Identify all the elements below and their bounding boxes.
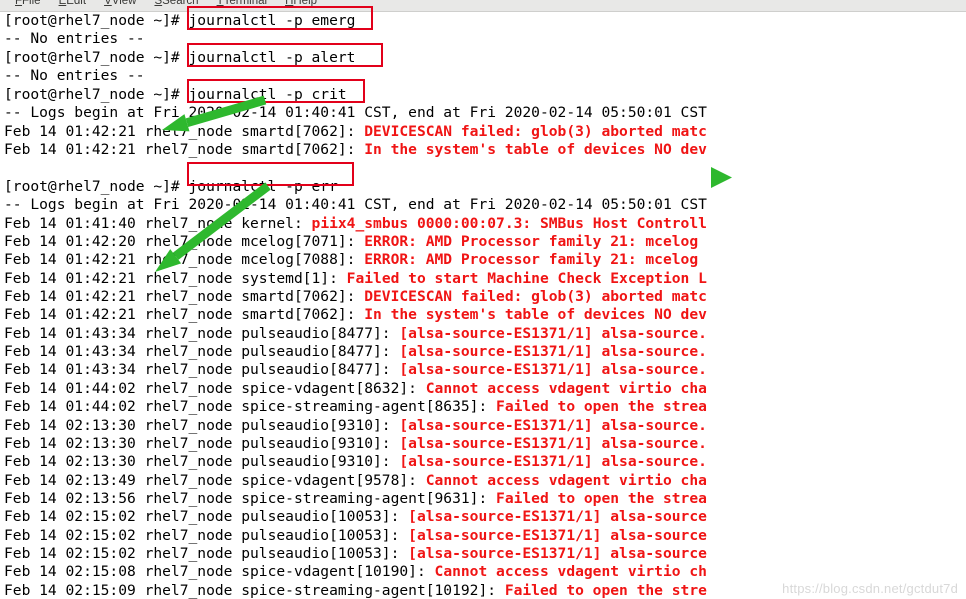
log-line-prefix: Feb 14 01:42:21 rhel7_node smartd[7062]: [4,141,365,158]
terminal-output-line: Feb 14 01:43:34 rhel7_node pulseaudio[84… [4,325,707,343]
log-line-message: [alsa-source-ES1371/1] alsa-source. [399,361,707,378]
terminal-output-line: -- No entries -- [4,30,145,48]
terminal-output-line: Feb 14 01:44:02 rhel7_node spice-streami… [4,398,707,416]
terminal-command-line: [root@rhel7_node ~]# journalctl -p err [4,178,338,196]
log-line-prefix: Feb 14 02:15:02 rhel7_node pulseaudio[10… [4,508,409,525]
terminal-output-line: Feb 14 01:43:34 rhel7_node pulseaudio[84… [4,343,707,361]
log-line-prefix: -- Logs begin at Fri 2020-02-14 01:40:41… [4,104,707,121]
terminal-command-line: [root@rhel7_node ~]# journalctl -p alert [4,49,355,67]
terminal-output-line: Feb 14 02:15:02 rhel7_node pulseaudio[10… [4,527,707,545]
terminal-output-line: Feb 14 02:13:30 rhel7_node pulseaudio[93… [4,435,707,453]
log-line-message: In the system's table of devices NO dev [364,141,707,158]
log-line-prefix: Feb 14 01:42:21 rhel7_node smartd[7062]: [4,123,365,140]
terminal-output-line: -- Logs begin at Fri 2020-02-14 01:40:41… [4,104,707,122]
typed-command: journalctl -p crit [188,86,347,103]
log-line-prefix: Feb 14 02:13:49 rhel7_node spice-vdagent… [4,472,426,489]
shell-prompt: [root@rhel7_node ~]# [4,49,189,66]
log-line-message: [alsa-source-ES1371/1] alsa-source [408,527,707,544]
terminal-output-line: Feb 14 02:15:09 rhel7_node spice-streami… [4,582,707,599]
log-line-prefix: Feb 14 01:42:21 rhel7_node smartd[7062]: [4,288,365,305]
log-line-prefix: Feb 14 02:13:30 rhel7_node pulseaudio[93… [4,453,400,470]
typed-command: journalctl -p emerg [188,12,356,29]
terminal-output-line: Feb 14 01:42:21 rhel7_node systemd[1]: F… [4,270,707,288]
log-line-message: DEVICESCAN failed: glob(3) aborted matc [364,123,707,140]
terminal-output-area[interactable]: [root@rhel7_node ~]# journalctl -p emerg… [0,12,966,599]
log-line-message: Cannot access vdagent virtio ch [434,563,707,580]
log-line-message: Cannot access vdagent virtio cha [425,472,707,489]
terminal-output-line: Feb 14 01:44:02 rhel7_node spice-vdagent… [4,380,707,398]
terminal-command-line: [root@rhel7_node ~]# journalctl -p crit [4,86,347,104]
log-line-prefix: Feb 14 02:15:09 rhel7_node spice-streami… [4,582,505,599]
menu-item-view[interactable]: VView [95,0,145,9]
terminal-output-line: Feb 14 01:42:20 rhel7_node mcelog[7071]:… [4,233,698,251]
log-line-prefix: Feb 14 01:42:20 rhel7_node mcelog[7071]: [4,233,365,250]
log-line-prefix: Feb 14 01:41:40 rhel7_node kernel: [4,215,312,232]
log-line-message: [alsa-source-ES1371/1] alsa-source. [399,343,707,360]
menu-item-edit[interactable]: EEdit [50,0,96,9]
terminal-command-line: [root@rhel7_node ~]# journalctl -p emerg [4,12,355,30]
log-line-message: Failed to open the strea [496,398,707,415]
log-line-prefix: Feb 14 02:13:56 rhel7_node spice-streami… [4,490,497,507]
log-line-message: [alsa-source-ES1371/1] alsa-source. [399,453,707,470]
menu-item-terminal[interactable]: TTerminal [208,0,277,9]
terminal-output-line: Feb 14 02:13:30 rhel7_node pulseaudio[93… [4,453,707,471]
terminal-output-line: Feb 14 01:42:21 rhel7_node mcelog[7088]:… [4,251,698,269]
log-line-message: Failed to open the strea [496,490,707,507]
log-line-message: ERROR: AMD Processor family 21: mcelog [364,251,699,268]
terminal-output-line: Feb 14 02:15:08 rhel7_node spice-vdagent… [4,563,707,581]
menu-item-search[interactable]: SSearch [145,0,207,9]
terminal-output-line: -- No entries -- [4,67,145,85]
terminal-output-line: Feb 14 01:42:21 rhel7_node smartd[7062]:… [4,141,707,159]
log-line-message: Cannot access vdagent virtio cha [425,380,707,397]
log-line-message: Failed to start Machine Check Exception … [346,270,707,287]
log-line-prefix: Feb 14 01:43:34 rhel7_node pulseaudio[84… [4,361,400,378]
log-line-prefix: Feb 14 02:13:30 rhel7_node pulseaudio[93… [4,435,400,452]
terminal-output-line: Feb 14 01:41:40 rhel7_node kernel: piix4… [4,215,707,233]
log-line-message: [alsa-source-ES1371/1] alsa-source. [399,435,707,452]
log-line-prefix: Feb 14 02:15:02 rhel7_node pulseaudio[10… [4,527,409,544]
terminal-output-line: Feb 14 02:15:02 rhel7_node pulseaudio[10… [4,545,707,563]
log-line-message: [alsa-source-ES1371/1] alsa-source [408,545,707,562]
log-line-prefix: Feb 14 01:42:21 rhel7_node smartd[7062]: [4,306,365,323]
shell-prompt: [root@rhel7_node ~]# [4,12,189,29]
terminal-output-line: Feb 14 01:43:34 rhel7_node pulseaudio[84… [4,361,707,379]
log-line-message: In the system's table of devices NO dev [364,306,707,323]
typed-command: journalctl -p err [188,178,338,195]
menu-item-file[interactable]: FFile [6,0,50,9]
terminal-output-line: Feb 14 02:13:56 rhel7_node spice-streami… [4,490,707,508]
log-line-message: [alsa-source-ES1371/1] alsa-source. [399,325,707,342]
shell-prompt: [root@rhel7_node ~]# [4,178,189,195]
shell-prompt: [root@rhel7_node ~]# [4,86,189,103]
log-line-prefix: Feb 14 01:42:21 rhel7_node mcelog[7088]: [4,251,365,268]
menu-item-help[interactable]: HHelp [276,0,326,9]
terminal-output-line: Feb 14 01:42:21 rhel7_node smartd[7062]:… [4,288,707,306]
terminal-output-line: Feb 14 02:15:02 rhel7_node pulseaudio[10… [4,508,707,526]
log-line-prefix: -- No entries -- [4,30,145,47]
log-line-prefix: Feb 14 01:43:34 rhel7_node pulseaudio[84… [4,325,400,342]
log-line-prefix: Feb 14 01:42:21 rhel7_node systemd[1]: [4,270,347,287]
log-line-prefix: Feb 14 01:44:02 rhel7_node spice-streami… [4,398,497,415]
typed-command: journalctl -p alert [188,49,356,66]
log-line-prefix: Feb 14 02:15:02 rhel7_node pulseaudio[10… [4,545,409,562]
log-line-prefix: Feb 14 01:44:02 rhel7_node spice-vdagent… [4,380,426,397]
log-line-prefix: Feb 14 01:43:34 rhel7_node pulseaudio[84… [4,343,400,360]
terminal-output-line: Feb 14 02:13:49 rhel7_node spice-vdagent… [4,472,707,490]
log-line-prefix: Feb 14 02:15:08 rhel7_node spice-vdagent… [4,563,435,580]
log-line-message: piix4_smbus 0000:00:07.3: SMBus Host Con… [311,215,707,232]
log-line-prefix: -- Logs begin at Fri 2020-02-14 01:40:41… [4,196,707,213]
terminal-output-line: Feb 14 01:42:21 rhel7_node smartd[7062]:… [4,123,707,141]
terminal-output-line: Feb 14 02:13:30 rhel7_node pulseaudio[93… [4,417,707,435]
terminal-output-line: -- Logs begin at Fri 2020-02-14 01:40:41… [4,196,707,214]
log-line-message: Failed to open the stre [504,582,707,599]
menu-bar: FFile EEdit VView SSearch TTerminal HHel… [0,0,966,12]
log-line-message: DEVICESCAN failed: glob(3) aborted matc [364,288,707,305]
log-line-message: [alsa-source-ES1371/1] alsa-source [408,508,707,525]
log-line-message: [alsa-source-ES1371/1] alsa-source. [399,417,707,434]
log-line-prefix: -- No entries -- [4,67,145,84]
watermark-text: https://blog.csdn.net/gctdut7d [782,581,958,596]
log-line-message: ERROR: AMD Processor family 21: mcelog [364,233,699,250]
terminal-output-line: Feb 14 01:42:21 rhel7_node smartd[7062]:… [4,306,707,324]
log-line-prefix: Feb 14 02:13:30 rhel7_node pulseaudio[93… [4,417,400,434]
terminal-window: FFile EEdit VView SSearch TTerminal HHel… [0,0,966,599]
